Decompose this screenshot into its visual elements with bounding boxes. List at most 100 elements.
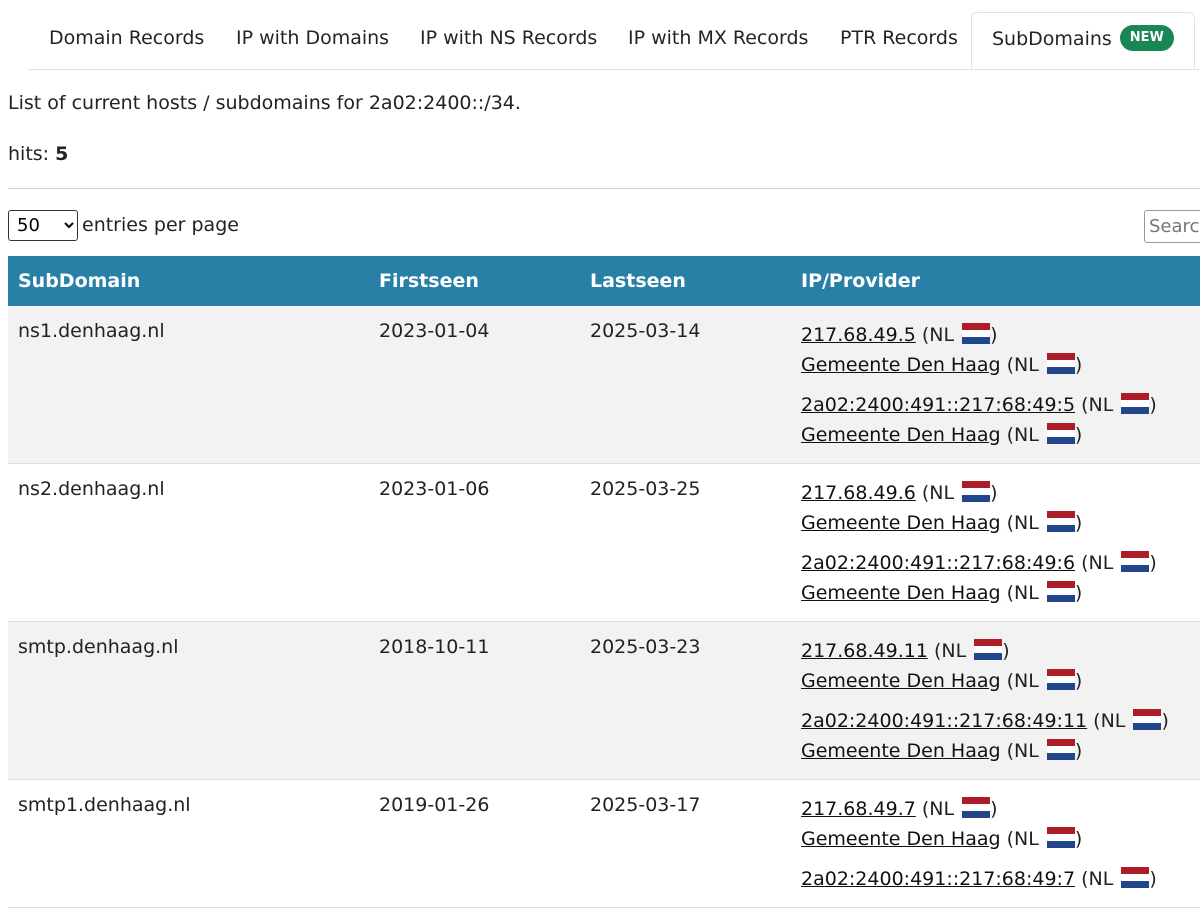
- country-code: (NL ): [915, 323, 998, 346]
- ip-provider-cell: 217.68.49.11 (NL ) Gemeente Den Haag (NL …: [791, 621, 1200, 780]
- tab-subdomains-label: SubDomains: [992, 28, 1112, 50]
- provider-link[interactable]: Gemeente Den Haag: [801, 740, 1001, 762]
- tab-ip-with-mx-records[interactable]: IP with MX Records: [628, 12, 808, 69]
- subdomains-table: SubDomain Firstseen Lastseen IP/Provider…: [8, 256, 1200, 908]
- country-code-value: NL: [1014, 512, 1039, 534]
- country-code: (NL ): [1075, 393, 1157, 416]
- netherlands-flag-icon: [1121, 551, 1150, 572]
- ip-group: 217.68.49.6 (NL ) Gemeente Den Haag (NL ): [801, 478, 1198, 538]
- provider-line: Gemeente Den Haag (NL ): [801, 824, 1198, 854]
- country-code: (NL ): [915, 797, 998, 820]
- tab-bar: Domain Records IP with Domains IP with N…: [28, 12, 1200, 70]
- country-code: (NL ): [1000, 581, 1083, 604]
- provider-link[interactable]: Gemeente Den Haag: [801, 354, 1001, 376]
- ip-line: 2a02:2400:491::217:68:49:6 (NL ): [801, 548, 1198, 578]
- ip-line: 217.68.49.6 (NL ): [801, 478, 1198, 508]
- provider-link[interactable]: Gemeente Den Haag: [801, 582, 1001, 604]
- column-header-lastseen[interactable]: Lastseen: [580, 256, 791, 306]
- ip-line: 217.68.49.5 (NL ): [801, 320, 1198, 350]
- ip-link[interactable]: 217.68.49.11: [801, 640, 928, 662]
- subdomain-cell: ns2.denhaag.nl: [8, 463, 369, 622]
- tab-subdomains[interactable]: SubDomains NEW: [971, 12, 1195, 69]
- column-header-subdomain[interactable]: SubDomain: [8, 256, 369, 306]
- entries-per-page: 50entries per page: [8, 210, 239, 241]
- country-code-value: NL: [1014, 828, 1039, 850]
- netherlands-flag-icon: [962, 323, 991, 344]
- country-code: (NL ): [1075, 551, 1157, 574]
- column-header-firstseen[interactable]: Firstseen: [369, 256, 580, 306]
- entries-per-page-select[interactable]: 50: [8, 210, 78, 241]
- table-row: smtp.denhaag.nl 2018-10-11 2025-03-23 217.6…: [8, 621, 1200, 780]
- netherlands-flag-icon: [962, 797, 991, 818]
- netherlands-flag-icon: [1046, 739, 1075, 760]
- provider-line: Gemeente Den Haag (NL ): [801, 578, 1198, 608]
- ip-group: 2a02:2400:491::217:68:49:7 (NL ): [801, 864, 1198, 894]
- country-code-value: NL: [1014, 740, 1039, 762]
- ip-link[interactable]: 2a02:2400:491::217:68:49:11: [801, 710, 1087, 732]
- country-code: (NL ): [915, 481, 998, 504]
- netherlands-flag-icon: [962, 481, 991, 502]
- country-code-value: NL: [1014, 582, 1039, 604]
- netherlands-flag-icon: [974, 639, 1003, 660]
- country-code-value: NL: [929, 324, 955, 346]
- table-row: ns1.denhaag.nl 2023-01-04 2025-03-14 217.68…: [8, 306, 1200, 464]
- tab-ptr-records[interactable]: PTR Records: [840, 12, 958, 69]
- netherlands-flag-icon: [1121, 393, 1150, 414]
- ip-provider-cell: 217.68.49.6 (NL ) Gemeente Den Haag (NL )…: [791, 463, 1200, 622]
- hits-label: hits:: [8, 143, 50, 165]
- firstseen-cell: 2023-01-04: [369, 306, 580, 464]
- ip-link[interactable]: 217.68.49.7: [801, 798, 916, 820]
- ip-group: 217.68.49.7 (NL ) Gemeente Den Haag (NL ): [801, 794, 1198, 854]
- netherlands-flag-icon: [1046, 581, 1075, 602]
- intro-text: List of current hosts / subdomains for 2…: [8, 92, 521, 114]
- country-code-value: NL: [1014, 354, 1039, 376]
- provider-line: Gemeente Den Haag (NL ): [801, 736, 1198, 766]
- country-code-value: NL: [929, 482, 955, 504]
- firstseen-cell: 2019-01-26: [369, 779, 580, 908]
- tab-domain-records[interactable]: Domain Records: [49, 12, 204, 69]
- divider: [8, 188, 1200, 189]
- country-code: (NL ): [1000, 423, 1083, 446]
- netherlands-flag-icon: [1046, 423, 1075, 444]
- ip-link[interactable]: 2a02:2400:491::217:68:49:7: [801, 868, 1075, 890]
- lastseen-cell: 2025-03-23: [580, 621, 791, 780]
- ip-link[interactable]: 2a02:2400:491::217:68:49:5: [801, 394, 1075, 416]
- country-code-value: NL: [1088, 552, 1114, 574]
- country-code: (NL ): [1000, 739, 1083, 762]
- provider-link[interactable]: Gemeente Den Haag: [801, 828, 1001, 850]
- ip-line: 2a02:2400:491::217:68:49:11 (NL ): [801, 706, 1198, 736]
- country-code: (NL ): [927, 639, 1010, 662]
- provider-line: Gemeente Den Haag (NL ): [801, 420, 1198, 450]
- firstseen-cell: 2023-01-06: [369, 463, 580, 622]
- country-code-value: NL: [929, 798, 955, 820]
- subdomain-cell: smtp.denhaag.nl: [8, 621, 369, 780]
- ip-line: 217.68.49.7 (NL ): [801, 794, 1198, 824]
- ip-link[interactable]: 217.68.49.6: [801, 482, 916, 504]
- ip-line: 217.68.49.11 (NL ): [801, 636, 1198, 666]
- tab-ip-with-domains[interactable]: IP with Domains: [236, 12, 389, 69]
- search-input[interactable]: [1144, 210, 1200, 243]
- tab-ip-with-ns-records[interactable]: IP with NS Records: [420, 12, 597, 69]
- ip-link[interactable]: 217.68.49.5: [801, 324, 916, 346]
- provider-link[interactable]: Gemeente Den Haag: [801, 670, 1001, 692]
- country-code: (NL ): [1000, 669, 1083, 692]
- ip-link[interactable]: 2a02:2400:491::217:68:49:6: [801, 552, 1075, 574]
- provider-line: Gemeente Den Haag (NL ): [801, 508, 1198, 538]
- provider-link[interactable]: Gemeente Den Haag: [801, 512, 1001, 534]
- country-code-value: NL: [1088, 394, 1114, 416]
- column-header-ip-provider[interactable]: IP/Provider: [791, 256, 1200, 306]
- country-code-value: NL: [1014, 424, 1039, 446]
- ip-group: 2a02:2400:491::217:68:49:11 (NL ) Gemeent…: [801, 706, 1198, 766]
- firstseen-cell: 2018-10-11: [369, 621, 580, 780]
- netherlands-flag-icon: [1121, 867, 1150, 888]
- lastseen-cell: 2025-03-25: [580, 463, 791, 622]
- ip-group: 2a02:2400:491::217:68:49:5 (NL ) Gemeente…: [801, 390, 1198, 450]
- netherlands-flag-icon: [1133, 709, 1162, 730]
- new-badge: NEW: [1119, 24, 1174, 51]
- lastseen-cell: 2025-03-17: [580, 779, 791, 908]
- ip-line: 2a02:2400:491::217:68:49:7 (NL ): [801, 864, 1198, 894]
- country-code: (NL ): [1075, 867, 1157, 890]
- lastseen-cell: 2025-03-14: [580, 306, 791, 464]
- provider-link[interactable]: Gemeente Den Haag: [801, 424, 1001, 446]
- ip-group: 217.68.49.11 (NL ) Gemeente Den Haag (NL …: [801, 636, 1198, 696]
